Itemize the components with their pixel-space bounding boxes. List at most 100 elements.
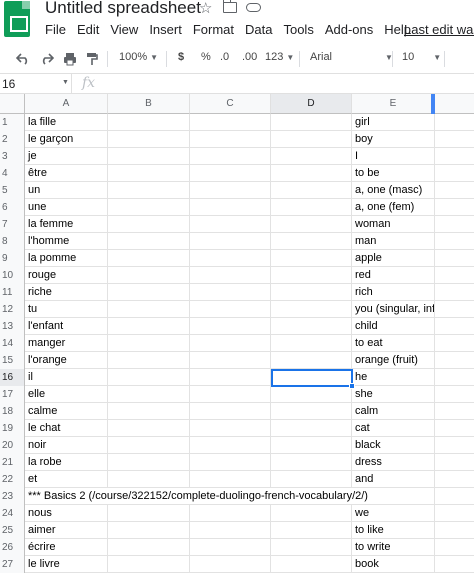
cell-e[interactable]: apple bbox=[352, 250, 435, 267]
cell-d[interactable] bbox=[271, 148, 352, 165]
cell-d[interactable] bbox=[271, 420, 352, 437]
cell-d[interactable] bbox=[271, 522, 352, 539]
select-all-corner[interactable] bbox=[0, 94, 25, 114]
cell-e[interactable]: to write bbox=[352, 539, 435, 556]
row-header[interactable]: 7 bbox=[0, 216, 25, 233]
cell-a[interactable]: l'homme bbox=[25, 233, 108, 250]
row-header[interactable]: 13 bbox=[0, 318, 25, 335]
row-header[interactable]: 5 bbox=[0, 182, 25, 199]
menu-tools[interactable]: Tools bbox=[283, 22, 313, 40]
cell-c[interactable] bbox=[190, 420, 271, 437]
cell-d[interactable] bbox=[271, 216, 352, 233]
cell-a[interactable]: manger bbox=[25, 335, 108, 352]
cell-d[interactable] bbox=[271, 131, 352, 148]
cell-c[interactable] bbox=[190, 437, 271, 454]
cell-e[interactable]: orange (fruit) bbox=[352, 352, 435, 369]
cell-d[interactable] bbox=[271, 267, 352, 284]
row-header[interactable]: 20 bbox=[0, 437, 25, 454]
cell-b[interactable] bbox=[108, 148, 190, 165]
cell-c[interactable] bbox=[190, 250, 271, 267]
row-header[interactable]: 25 bbox=[0, 522, 25, 539]
cell-e[interactable]: we bbox=[352, 505, 435, 522]
row-header[interactable]: 19 bbox=[0, 420, 25, 437]
cell-d[interactable] bbox=[271, 471, 352, 488]
cell-d[interactable] bbox=[271, 386, 352, 403]
cell-e[interactable]: cat bbox=[352, 420, 435, 437]
cell-a[interactable]: et bbox=[25, 471, 108, 488]
menu-file[interactable]: File bbox=[45, 22, 66, 40]
menu-insert[interactable]: Insert bbox=[149, 22, 182, 40]
cloud-status-icon[interactable] bbox=[246, 3, 261, 12]
cell-c[interactable] bbox=[190, 165, 271, 182]
row-header[interactable]: 11 bbox=[0, 284, 25, 301]
paint-format-icon[interactable] bbox=[86, 52, 98, 66]
row-header[interactable]: 12 bbox=[0, 301, 25, 318]
row-header[interactable]: 24 bbox=[0, 505, 25, 522]
cell-d[interactable] bbox=[271, 182, 352, 199]
column-header-b[interactable]: B bbox=[108, 94, 190, 114]
cell-c[interactable] bbox=[190, 386, 271, 403]
row-header[interactable]: 9 bbox=[0, 250, 25, 267]
cell-c[interactable] bbox=[190, 233, 271, 250]
cell-a[interactable]: je bbox=[25, 148, 108, 165]
redo-icon[interactable] bbox=[40, 53, 54, 65]
cell-a[interactable]: être bbox=[25, 165, 108, 182]
sheets-logo-icon[interactable] bbox=[4, 1, 30, 37]
cell-e[interactable]: woman bbox=[352, 216, 435, 233]
cell-a[interactable]: aimer bbox=[25, 522, 108, 539]
cell-a[interactable]: il bbox=[25, 369, 108, 386]
column-resize-handle[interactable] bbox=[431, 94, 435, 114]
cell-e[interactable]: rich bbox=[352, 284, 435, 301]
cell-e[interactable]: dress bbox=[352, 454, 435, 471]
cell-b[interactable] bbox=[108, 539, 190, 556]
cell-a[interactable]: tu bbox=[25, 301, 108, 318]
cell-b[interactable] bbox=[108, 318, 190, 335]
font-select[interactable]: Arial ▼ bbox=[310, 51, 393, 63]
cell-a[interactable]: nous bbox=[25, 505, 108, 522]
percent-format-button[interactable]: % bbox=[201, 51, 211, 63]
cell-b[interactable] bbox=[108, 471, 190, 488]
increase-decimal-button[interactable]: .00 bbox=[242, 51, 257, 63]
cell-a[interactable]: un bbox=[25, 182, 108, 199]
row-header[interactable]: 22 bbox=[0, 471, 25, 488]
cell-c[interactable] bbox=[190, 284, 271, 301]
cell-b[interactable] bbox=[108, 454, 190, 471]
undo-icon[interactable] bbox=[16, 53, 30, 65]
cell-a[interactable]: la pomme bbox=[25, 250, 108, 267]
cell-d[interactable] bbox=[271, 539, 352, 556]
currency-format-button[interactable]: $ bbox=[178, 51, 184, 63]
cell-c[interactable] bbox=[190, 301, 271, 318]
row-header[interactable]: 18 bbox=[0, 403, 25, 420]
row-header[interactable]: 6 bbox=[0, 199, 25, 216]
row-header[interactable]: 17 bbox=[0, 386, 25, 403]
cell-c[interactable] bbox=[190, 199, 271, 216]
fill-handle[interactable] bbox=[349, 383, 355, 389]
cell-a[interactable]: le livre bbox=[25, 556, 108, 573]
row-header[interactable]: 1 bbox=[0, 114, 25, 131]
cell-a[interactable]: rouge bbox=[25, 267, 108, 284]
cell-b[interactable] bbox=[108, 522, 190, 539]
cell-a[interactable]: la femme bbox=[25, 216, 108, 233]
cell-c[interactable] bbox=[190, 369, 271, 386]
cell-b[interactable] bbox=[108, 386, 190, 403]
cell-b[interactable] bbox=[108, 505, 190, 522]
menu-edit[interactable]: Edit bbox=[77, 22, 99, 40]
cell-a[interactable]: une bbox=[25, 199, 108, 216]
cell-e[interactable]: and bbox=[352, 471, 435, 488]
row-header[interactable]: 26 bbox=[0, 539, 25, 556]
row-header[interactable]: 4 bbox=[0, 165, 25, 182]
row-header[interactable]: 10 bbox=[0, 267, 25, 284]
cell-a[interactable]: la fille bbox=[25, 114, 108, 131]
cell-b[interactable] bbox=[108, 403, 190, 420]
cell-b[interactable] bbox=[108, 114, 190, 131]
last-edit-link[interactable]: Last edit was bbox=[404, 22, 474, 37]
cell-a[interactable]: calme bbox=[25, 403, 108, 420]
cell-c[interactable] bbox=[190, 131, 271, 148]
row-header[interactable]: 14 bbox=[0, 335, 25, 352]
row-header[interactable]: 2 bbox=[0, 131, 25, 148]
row-header[interactable]: 23 bbox=[0, 488, 25, 505]
cell-c[interactable] bbox=[190, 335, 271, 352]
cell-e[interactable]: black bbox=[352, 437, 435, 454]
decrease-decimal-button[interactable]: .0 bbox=[220, 51, 229, 63]
cell-b[interactable] bbox=[108, 369, 190, 386]
